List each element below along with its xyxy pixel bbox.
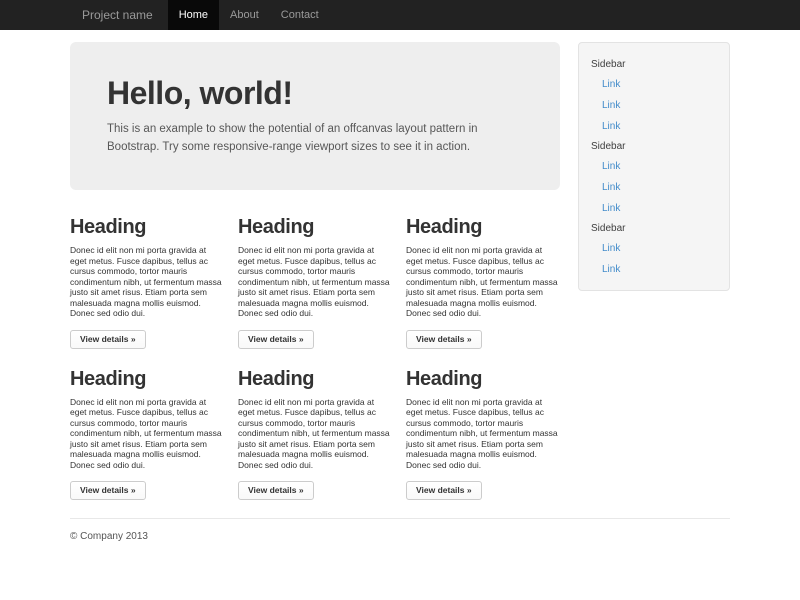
sidebar-link[interactable]: Link: [579, 177, 729, 198]
card-heading: Heading: [70, 215, 224, 239]
view-details-button[interactable]: View details »: [406, 481, 482, 500]
card-body-text: Donec id elit non mi porta gravida at eg…: [406, 397, 560, 471]
sidebar-link[interactable]: Link: [579, 116, 729, 137]
sidebar-section-title: Sidebar: [579, 55, 729, 74]
view-details-button[interactable]: View details »: [238, 481, 314, 500]
card-body-text: Donec id elit non mi porta gravida at eg…: [406, 245, 560, 319]
sidebar-section-title: Sidebar: [579, 219, 729, 238]
card-heading: Heading: [238, 367, 392, 391]
sidebar-section: Sidebar Link Link: [579, 219, 729, 280]
main-content: Hello, world! This is an example to show…: [70, 30, 560, 500]
card-body-text: Donec id elit non mi porta gravida at eg…: [70, 245, 224, 319]
sidebar: Sidebar Link Link Link Sidebar Link Link…: [578, 42, 730, 291]
sidebar-link[interactable]: Link: [579, 95, 729, 116]
content-card: Heading Donec id elit non mi porta gravi…: [70, 367, 224, 501]
card-heading: Heading: [70, 367, 224, 391]
sidebar-link[interactable]: Link: [579, 259, 729, 280]
card-body-text: Donec id elit non mi porta gravida at eg…: [238, 245, 392, 319]
page-footer: © Company 2013: [70, 518, 730, 542]
sidebar-link[interactable]: Link: [579, 74, 729, 95]
view-details-button[interactable]: View details »: [406, 330, 482, 349]
view-details-button[interactable]: View details »: [70, 481, 146, 500]
navbar-container: Project name Home About Contact: [70, 0, 730, 30]
view-details-button[interactable]: View details »: [238, 330, 314, 349]
sidebar-section: Sidebar Link Link Link: [579, 55, 729, 137]
page-container: Hello, world! This is an example to show…: [70, 30, 730, 542]
navbar: Project name Home About Contact: [0, 0, 800, 30]
card-body-text: Donec id elit non mi porta gravida at eg…: [70, 397, 224, 471]
card-heading: Heading: [406, 215, 560, 239]
nav-item-home[interactable]: Home: [168, 0, 219, 30]
navbar-brand[interactable]: Project name: [70, 0, 168, 30]
sidebar-link[interactable]: Link: [579, 238, 729, 259]
content-card: Heading Donec id elit non mi porta gravi…: [238, 215, 392, 349]
jumbotron-description: This is an example to show the potential…: [107, 120, 507, 156]
sidebar-section-title: Sidebar: [579, 137, 729, 156]
card-heading: Heading: [238, 215, 392, 239]
view-details-button[interactable]: View details »: [70, 330, 146, 349]
footer-divider: [70, 518, 730, 519]
content-card: Heading Donec id elit non mi porta gravi…: [238, 367, 392, 501]
content-card: Heading Donec id elit non mi porta gravi…: [406, 215, 560, 349]
content-row: Hello, world! This is an example to show…: [70, 30, 730, 500]
content-card: Heading Donec id elit non mi porta gravi…: [406, 367, 560, 501]
sidebar-link[interactable]: Link: [579, 156, 729, 177]
sidebar-link[interactable]: Link: [579, 198, 729, 219]
sidebar-section: Sidebar Link Link Link: [579, 137, 729, 219]
card-heading: Heading: [406, 367, 560, 391]
cards-grid: Heading Donec id elit non mi porta gravi…: [70, 215, 560, 500]
nav-item-about[interactable]: About: [219, 0, 270, 30]
jumbotron: Hello, world! This is an example to show…: [70, 42, 560, 190]
card-body-text: Donec id elit non mi porta gravida at eg…: [238, 397, 392, 471]
content-card: Heading Donec id elit non mi porta gravi…: [70, 215, 224, 349]
copyright-text: © Company 2013: [70, 531, 730, 542]
navbar-menu: Home About Contact: [168, 0, 330, 30]
nav-item-contact[interactable]: Contact: [270, 0, 330, 30]
page-title: Hello, world!: [107, 76, 523, 110]
